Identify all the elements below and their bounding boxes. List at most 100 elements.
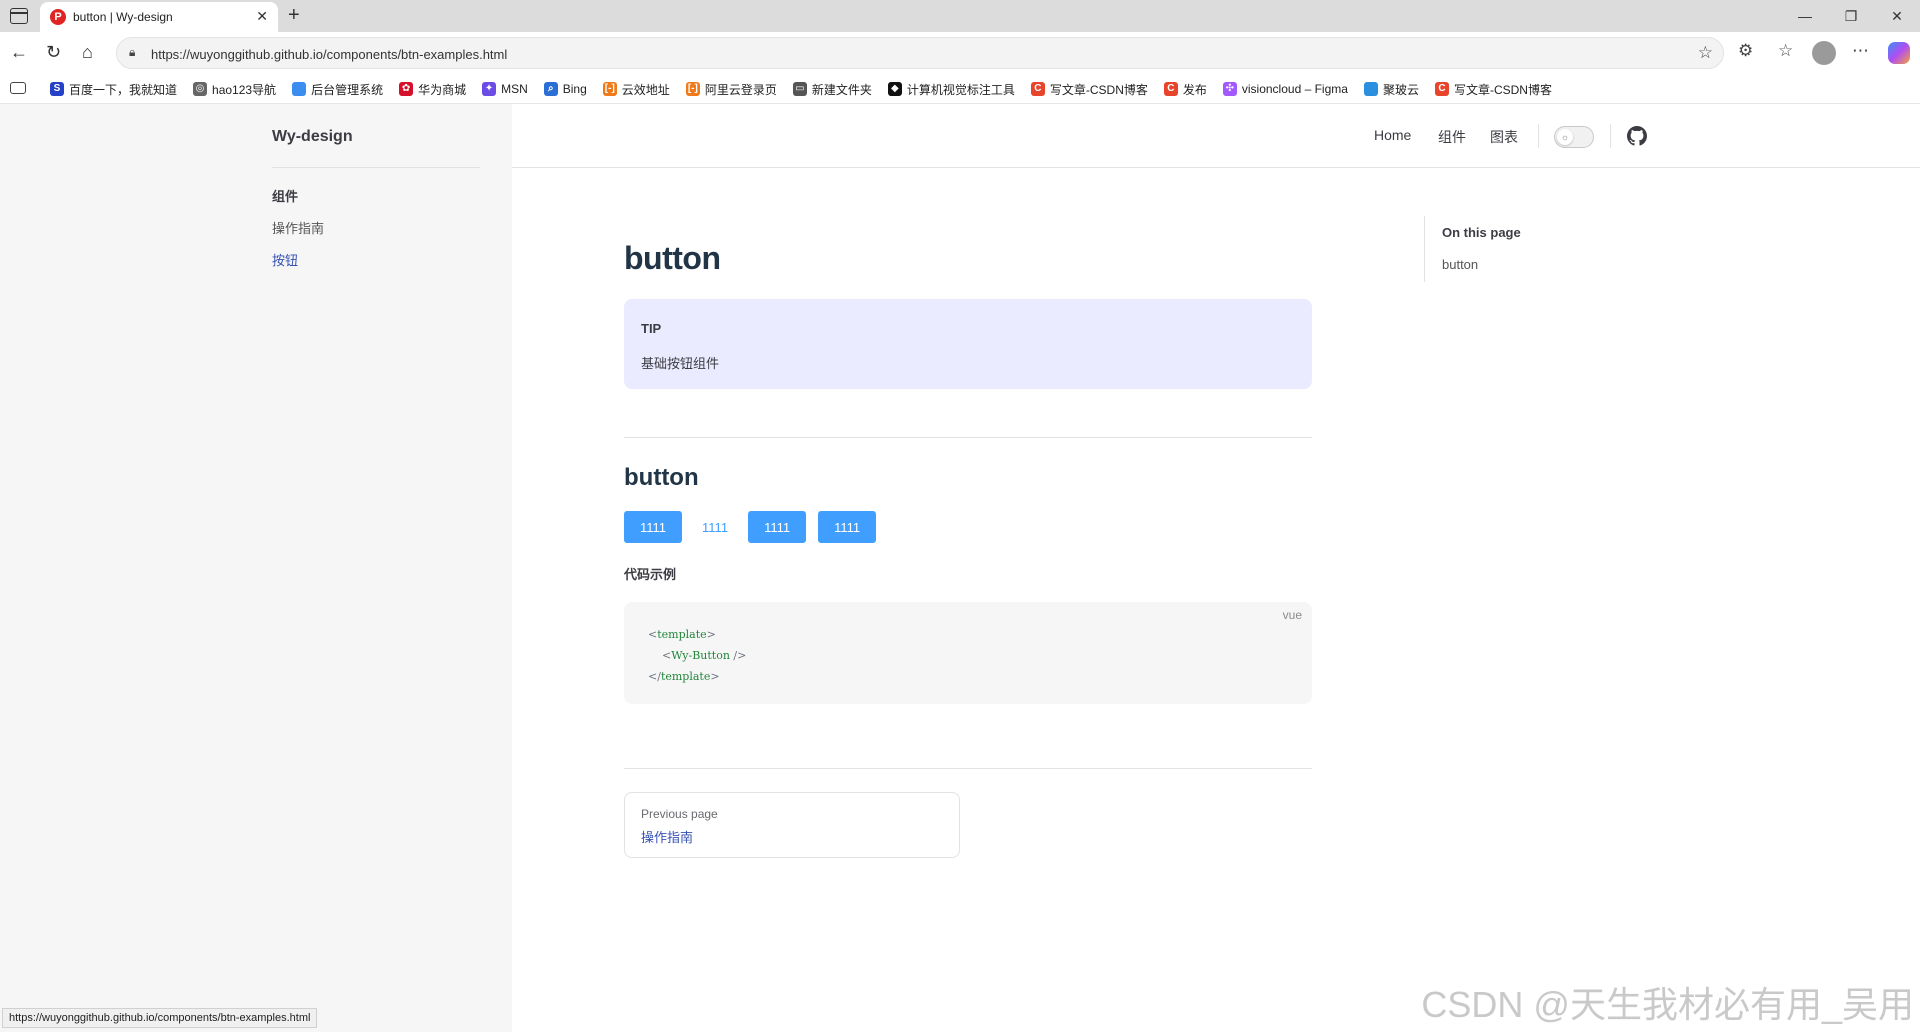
nav-components[interactable]: 组件 xyxy=(1438,127,1466,147)
bookmark-list: S 百度一下，我就知道 ◎ hao123导航 后台管理系统 ✿ 华为商城 ✦ MSN ⌕ Bing [… xyxy=(50,74,1568,104)
more-menu-icon[interactable]: ⋯ xyxy=(1852,41,1869,61)
tip-box: TIP 基础按钮组件 xyxy=(624,299,1312,389)
sidebar-divider xyxy=(272,167,480,168)
bookmark-favicon-icon: S xyxy=(50,82,64,96)
home-icon[interactable]: ⌂ xyxy=(82,42,93,63)
bookmark-label: 写文章-CSDN博客 xyxy=(1453,82,1552,97)
new-tab-icon[interactable]: + xyxy=(288,4,300,27)
tab-favicon-icon: P xyxy=(50,9,66,25)
tab-actions-icon[interactable] xyxy=(10,8,28,24)
bookmark-favicon-icon: ✿ xyxy=(399,82,414,96)
favorites-icon[interactable]: ☆ xyxy=(1778,41,1793,61)
bookmarks-bar: S 百度一下，我就知道 ◎ hao123导航 后台管理系统 ✿ 华为商城 ✦ MSN ⌕ Bing [… xyxy=(0,74,1920,104)
bookmark-favicon-icon: ✦ xyxy=(482,82,497,96)
bookmark-label: 华为商城 xyxy=(418,82,467,97)
nav-home[interactable]: Home xyxy=(1374,127,1411,143)
favorite-star-icon[interactable]: ☆ xyxy=(1698,43,1713,63)
bookmark-favicon-icon: ⌕ xyxy=(543,82,558,96)
bookmark-item[interactable]: ⌕ Bing xyxy=(543,82,587,96)
bookmark-favicon-icon: C xyxy=(1030,82,1045,96)
code-content: <template> <Wy-Button /> </template> xyxy=(648,624,746,687)
code-example-heading: 代码示例 xyxy=(624,567,677,582)
bookmark-label: 百度一下，我就知道 xyxy=(69,82,178,97)
bookmark-favicon-icon: C xyxy=(1434,82,1449,96)
bookmark-item[interactable]: ◎ hao123导航 xyxy=(193,81,276,98)
demo-text-button[interactable]: 1111 xyxy=(694,511,736,543)
address-bar: ← ↻ ⌂ 🔒︎ https://wuyonggithub.github.io/… xyxy=(0,32,1920,74)
copilot-icon[interactable] xyxy=(1888,42,1910,64)
demo-button-row: 1111 1111 1111 1111 xyxy=(624,511,888,543)
sidebar-item-guide[interactable]: 操作指南 xyxy=(272,218,324,237)
bookmark-label: 新建文件夹 xyxy=(811,82,872,97)
reload-icon[interactable]: ↻ xyxy=(46,42,61,63)
bookmark-item[interactable]: C 发布 xyxy=(1163,81,1207,98)
reading-list-icon[interactable] xyxy=(10,82,26,94)
code-block: vue <template> <Wy-Button /> </template> xyxy=(624,602,1312,704)
bookmark-item[interactable]: [-] 阿里云登录页 xyxy=(685,81,777,98)
tip-title: TIP xyxy=(641,321,662,336)
bookmark-label: hao123导航 xyxy=(212,82,277,97)
demo-button-2[interactable]: 1111 xyxy=(748,511,807,543)
bookmark-favicon-icon: [-] xyxy=(602,82,617,96)
previous-page-link[interactable]: 操作指南 xyxy=(641,827,693,846)
sun-icon: ☼ xyxy=(1557,129,1573,145)
section-title: button xyxy=(624,464,699,491)
watermark: CSDN @天生我材必有用_吴用 xyxy=(1421,984,1914,1025)
close-tab-icon[interactable]: ✕ xyxy=(256,8,268,25)
bookmark-favicon-icon: [-] xyxy=(685,82,700,96)
bookmark-favicon-icon: ◆ xyxy=(887,82,902,96)
restore-icon[interactable]: ❐ xyxy=(1828,0,1874,32)
bookmark-item[interactable]: ✦ MSN xyxy=(482,82,528,96)
bookmark-item[interactable]: S 百度一下，我就知道 xyxy=(50,81,177,98)
bookmark-item[interactable]: ✿ 华为商城 xyxy=(399,81,466,98)
close-window-icon[interactable]: ✕ xyxy=(1874,0,1920,32)
bookmark-label: 阿里云登录页 xyxy=(704,82,777,97)
bookmark-favicon-icon: ▭ xyxy=(792,82,807,96)
demo-button-1[interactable]: 1111 xyxy=(624,511,683,543)
bookmark-favicon-icon: ✣ xyxy=(1222,82,1237,96)
bookmark-label: 后台管理系统 xyxy=(311,82,384,97)
bookmark-label: 发布 xyxy=(1182,82,1207,97)
code-line: <template> xyxy=(648,628,716,641)
status-bar-url: https://wuyonggithub.github.io/component… xyxy=(2,1008,318,1028)
bookmark-item[interactable]: C 写文章-CSDN博客 xyxy=(1434,81,1552,98)
bookmark-label: visioncloud – Figma xyxy=(1241,82,1348,96)
site-info-icon[interactable]: 🔒︎ xyxy=(129,45,135,60)
minimize-icon[interactable]: — xyxy=(1782,0,1828,32)
bookmark-item[interactable]: ✣ visioncloud – Figma xyxy=(1222,82,1348,96)
sidebar-group-components: 组件 xyxy=(272,189,299,204)
bookmark-label: 计算机视觉标注工具 xyxy=(906,82,1015,97)
bookmark-item[interactable]: ▭ 新建文件夹 xyxy=(792,81,872,98)
profile-avatar[interactable] xyxy=(1812,41,1836,65)
sidebar-item-button[interactable]: 按钮 xyxy=(272,250,298,269)
page-title: button xyxy=(624,240,721,276)
nav-charts[interactable]: 图表 xyxy=(1490,127,1518,147)
bookmark-item[interactable]: [-] 云效地址 xyxy=(602,81,670,98)
github-icon[interactable] xyxy=(1627,126,1647,146)
footer-divider xyxy=(624,768,1312,769)
nav-separator xyxy=(1538,124,1539,148)
bookmark-item[interactable]: 聚玻云 xyxy=(1363,81,1419,98)
docs-sidebar: Wy-design 组件 操作指南 按钮 xyxy=(0,104,512,1032)
outline-link-button[interactable]: button xyxy=(1442,257,1478,272)
browser-tab-bar: P button | Wy-design ✕ + — ❐ ✕ xyxy=(0,0,1920,32)
site-title[interactable]: Wy-design xyxy=(272,128,353,146)
url-text[interactable]: https://wuyonggithub.github.io/component… xyxy=(151,47,507,62)
code-language-label: vue xyxy=(1282,608,1302,622)
theme-toggle[interactable]: ☼ xyxy=(1554,126,1594,148)
tip-text: 基础按钮组件 xyxy=(641,356,720,371)
previous-page-card[interactable]: Previous page 操作指南 xyxy=(624,792,960,858)
previous-page-label: Previous page xyxy=(641,807,718,821)
window-controls: — ❐ ✕ xyxy=(1782,0,1920,32)
extensions-icon[interactable]: ⚙︎ xyxy=(1738,41,1753,61)
bookmark-item[interactable]: ◆ 计算机视觉标注工具 xyxy=(887,81,1015,98)
page-outline: On this page button xyxy=(1424,216,1624,282)
bookmark-favicon-icon xyxy=(292,82,307,96)
active-tab[interactable]: P button | Wy-design ✕ xyxy=(40,2,278,32)
demo-button-3[interactable]: 1111 xyxy=(818,511,877,543)
back-icon[interactable]: ← xyxy=(10,42,28,63)
url-field[interactable]: 🔒︎ https://wuyonggithub.github.io/compon… xyxy=(116,37,1724,69)
bookmark-item[interactable]: C 写文章-CSDN博客 xyxy=(1030,81,1148,98)
bookmark-item[interactable]: 后台管理系统 xyxy=(292,81,383,98)
top-nav: Home 组件 图表 ☼ xyxy=(512,104,1920,168)
